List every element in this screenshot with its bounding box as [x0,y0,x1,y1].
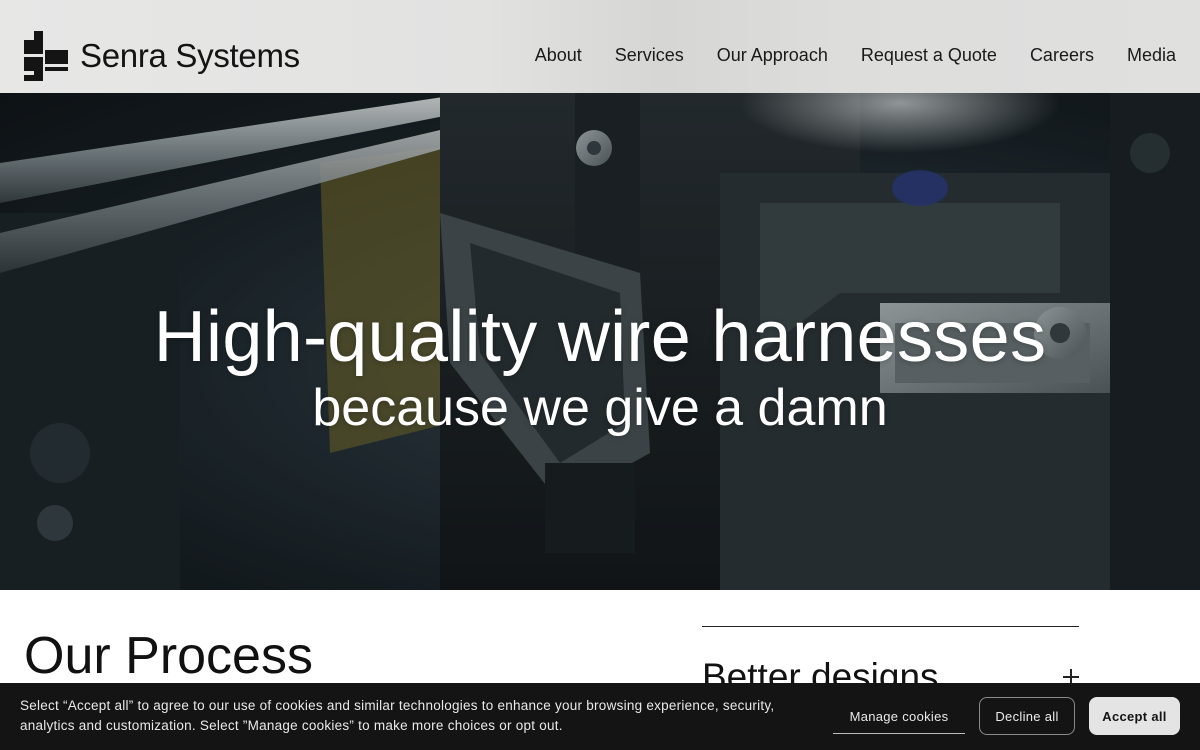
nav-our-approach[interactable]: Our Approach [717,43,828,67]
nav-careers[interactable]: Careers [1030,43,1094,67]
brand-logo[interactable]: Senra Systems [24,31,300,81]
hero-subtitle: because we give a damn [312,379,888,437]
hero-title: High-quality wire harnesses [153,297,1047,377]
manage-cookies-button[interactable]: Manage cookies [833,700,965,734]
logo-mark-icon [24,31,68,81]
cookie-text: Select “Accept all” to agree to our use … [20,698,775,733]
nav-about[interactable]: About [535,43,582,67]
process-title: Our Process [24,627,313,685]
brand-name: Senra Systems [80,37,300,74]
page: Senra Systems About Services Our Approac… [0,0,1200,750]
main-nav: About Services Our Approach Request a Qu… [535,43,1176,67]
nav-services[interactable]: Services [615,43,684,67]
decline-all-button[interactable]: Decline all [979,697,1075,735]
accept-all-button[interactable]: Accept all [1089,697,1180,735]
hero-section: High-quality wire harnesses because we g… [0,93,1200,590]
nav-request-quote[interactable]: Request a Quote [861,43,997,67]
nav-media[interactable]: Media [1127,43,1176,67]
site-header: Senra Systems About Services Our Approac… [0,0,1200,93]
